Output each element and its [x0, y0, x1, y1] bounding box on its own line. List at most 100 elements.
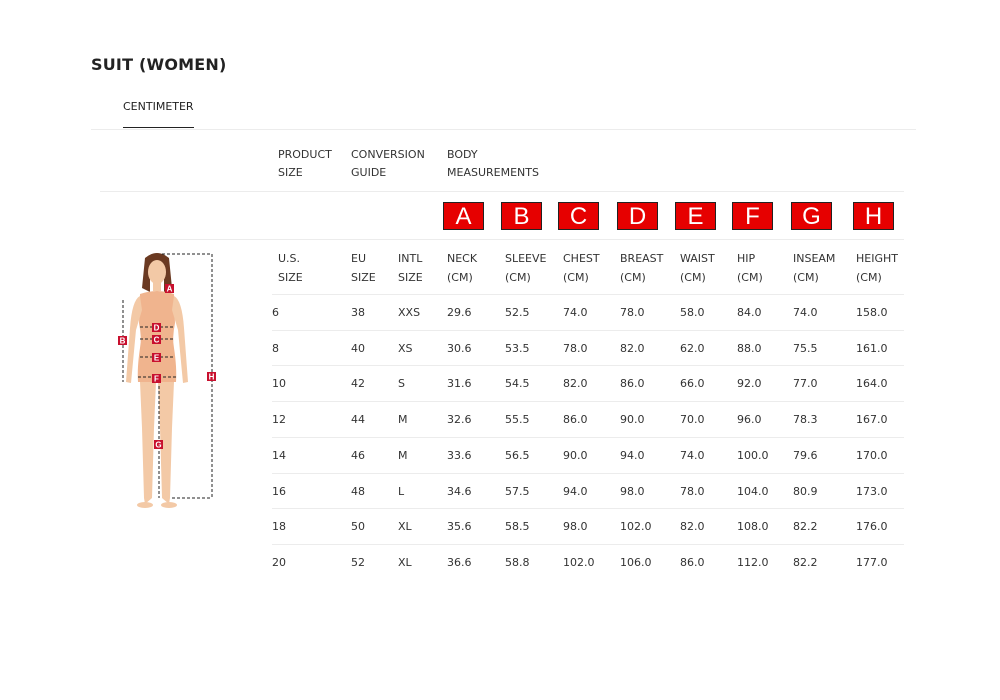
col-header-neck: NECK (CM) [447, 249, 477, 287]
table-cell: 30.6 [447, 341, 472, 355]
col-header-text: HEIGHT [856, 252, 898, 265]
table-cell: 16 [272, 484, 286, 498]
figure-label-h: H [209, 373, 215, 382]
table-cell: 52 [351, 555, 365, 569]
table-cell: S [398, 377, 405, 391]
col-header-text: SIZE [398, 271, 423, 284]
table-cell: 57.5 [505, 484, 530, 498]
col-header-text: SIZE [278, 271, 303, 284]
table-cell: 6 [272, 306, 279, 319]
table-cell: 82.0 [563, 377, 588, 391]
table-row-divider [272, 508, 904, 510]
tab-centimeter[interactable]: CENTIMETER [123, 100, 194, 128]
table-cell: 62.0 [680, 341, 705, 355]
figure-label-f: F [154, 375, 159, 384]
table-cell: 88.0 [737, 341, 762, 355]
table-cell: L [398, 484, 405, 498]
col-header-breast: BREAST (CM) [620, 249, 663, 287]
table-row-divider [272, 472, 904, 474]
col-header-eu-size: EU SIZE [351, 249, 376, 287]
table-cell: 108.0 [737, 520, 769, 534]
table-cell: 96.0 [737, 413, 762, 427]
header-product-size-line1: PRODUCT [278, 148, 332, 161]
header-conversion-guide: CONVERSION GUIDE [351, 146, 425, 182]
table-cell: 94.0 [563, 484, 588, 498]
col-header-text: (CM) [856, 271, 882, 284]
table-cell: 161.0 [856, 341, 888, 355]
col-header-text: SIZE [351, 271, 376, 284]
table-cell: 42 [351, 377, 365, 391]
col-header-text: (CM) [620, 271, 646, 284]
table-cell: 32.6 [447, 413, 472, 427]
col-header-text: SLEEVE [505, 252, 547, 265]
table-cell: 54.5 [505, 377, 530, 391]
table-cell: 66.0 [680, 377, 705, 391]
col-header-us-size: U.S. SIZE [278, 249, 303, 287]
letter-box-c: C [558, 202, 599, 230]
table-cell: 78.0 [563, 341, 588, 355]
table-cell: 167.0 [856, 413, 888, 427]
table-cell: 173.0 [856, 484, 888, 498]
page-title: SUIT (WOMEN) [91, 55, 227, 74]
table-cell: 56.5 [505, 448, 530, 462]
col-header-text: (CM) [793, 271, 819, 284]
header-divider [100, 191, 904, 192]
table-cell: 90.0 [563, 448, 588, 462]
table-cell: 55.5 [505, 413, 530, 427]
table-cell: 92.0 [737, 377, 762, 391]
table-cell: 84.0 [737, 306, 762, 319]
table-cell: 78.0 [680, 484, 705, 498]
table-cell: 36.6 [447, 555, 472, 569]
table-row-divider [272, 401, 904, 403]
table-cell: 31.6 [447, 377, 472, 391]
table-cell: 79.6 [793, 448, 818, 462]
table-cell: 29.6 [447, 306, 472, 319]
figure-label-g: G [155, 441, 161, 450]
header-body-measurements: BODY MEASUREMENTS [447, 146, 539, 182]
table-row-divider [272, 329, 904, 331]
table-cell: M [398, 413, 408, 427]
table-cell: 33.6 [447, 448, 472, 462]
table-cell: 35.6 [447, 520, 472, 534]
table-cell: 14 [272, 448, 286, 462]
letter-row-divider [100, 239, 904, 240]
col-header-intl-size: INTL SIZE [398, 249, 423, 287]
table-cell: 40 [351, 341, 365, 355]
table-cell: 158.0 [856, 306, 888, 319]
letter-box-f: F [732, 202, 773, 230]
table-cell: 82.2 [793, 555, 818, 569]
table-cell: 50 [351, 520, 365, 534]
table-cell: 170.0 [856, 448, 888, 462]
table-cell: 104.0 [737, 484, 769, 498]
table-cell: 82.0 [620, 341, 645, 355]
table-cell: 70.0 [680, 413, 705, 427]
table-cell: 106.0 [620, 555, 652, 569]
figure-label-e: E [154, 354, 160, 363]
letter-box-b: B [501, 202, 542, 230]
col-header-hip: HIP (CM) [737, 249, 763, 287]
table-cell: 77.0 [793, 377, 818, 391]
table-cell: 80.9 [793, 484, 818, 498]
table-row-divider [272, 543, 904, 545]
table-cell: 90.0 [620, 413, 645, 427]
table-cell: 82.0 [680, 520, 705, 534]
table-cell: 100.0 [737, 448, 769, 462]
letter-box-e: E [675, 202, 716, 230]
header-body-measurements-line1: BODY [447, 148, 478, 161]
table-cell: 98.0 [620, 484, 645, 498]
table-cell: 176.0 [856, 520, 888, 534]
table-cell: 20 [272, 555, 286, 569]
letter-box-a: A [443, 202, 484, 230]
table-row-divider [272, 365, 904, 367]
table-cell: 58.0 [680, 306, 705, 319]
table-cell: 177.0 [856, 555, 888, 569]
header-body-measurements-line2: MEASUREMENTS [447, 166, 539, 179]
table-cell: 46 [351, 448, 365, 462]
table-cell: XXS [398, 306, 421, 319]
table-cell: 52.5 [505, 306, 530, 319]
col-header-chest: CHEST (CM) [563, 249, 600, 287]
table-cell: XL [398, 520, 412, 534]
col-header-text: CHEST [563, 252, 600, 265]
table-cell: 18 [272, 520, 286, 534]
col-header-text: (CM) [563, 271, 589, 284]
